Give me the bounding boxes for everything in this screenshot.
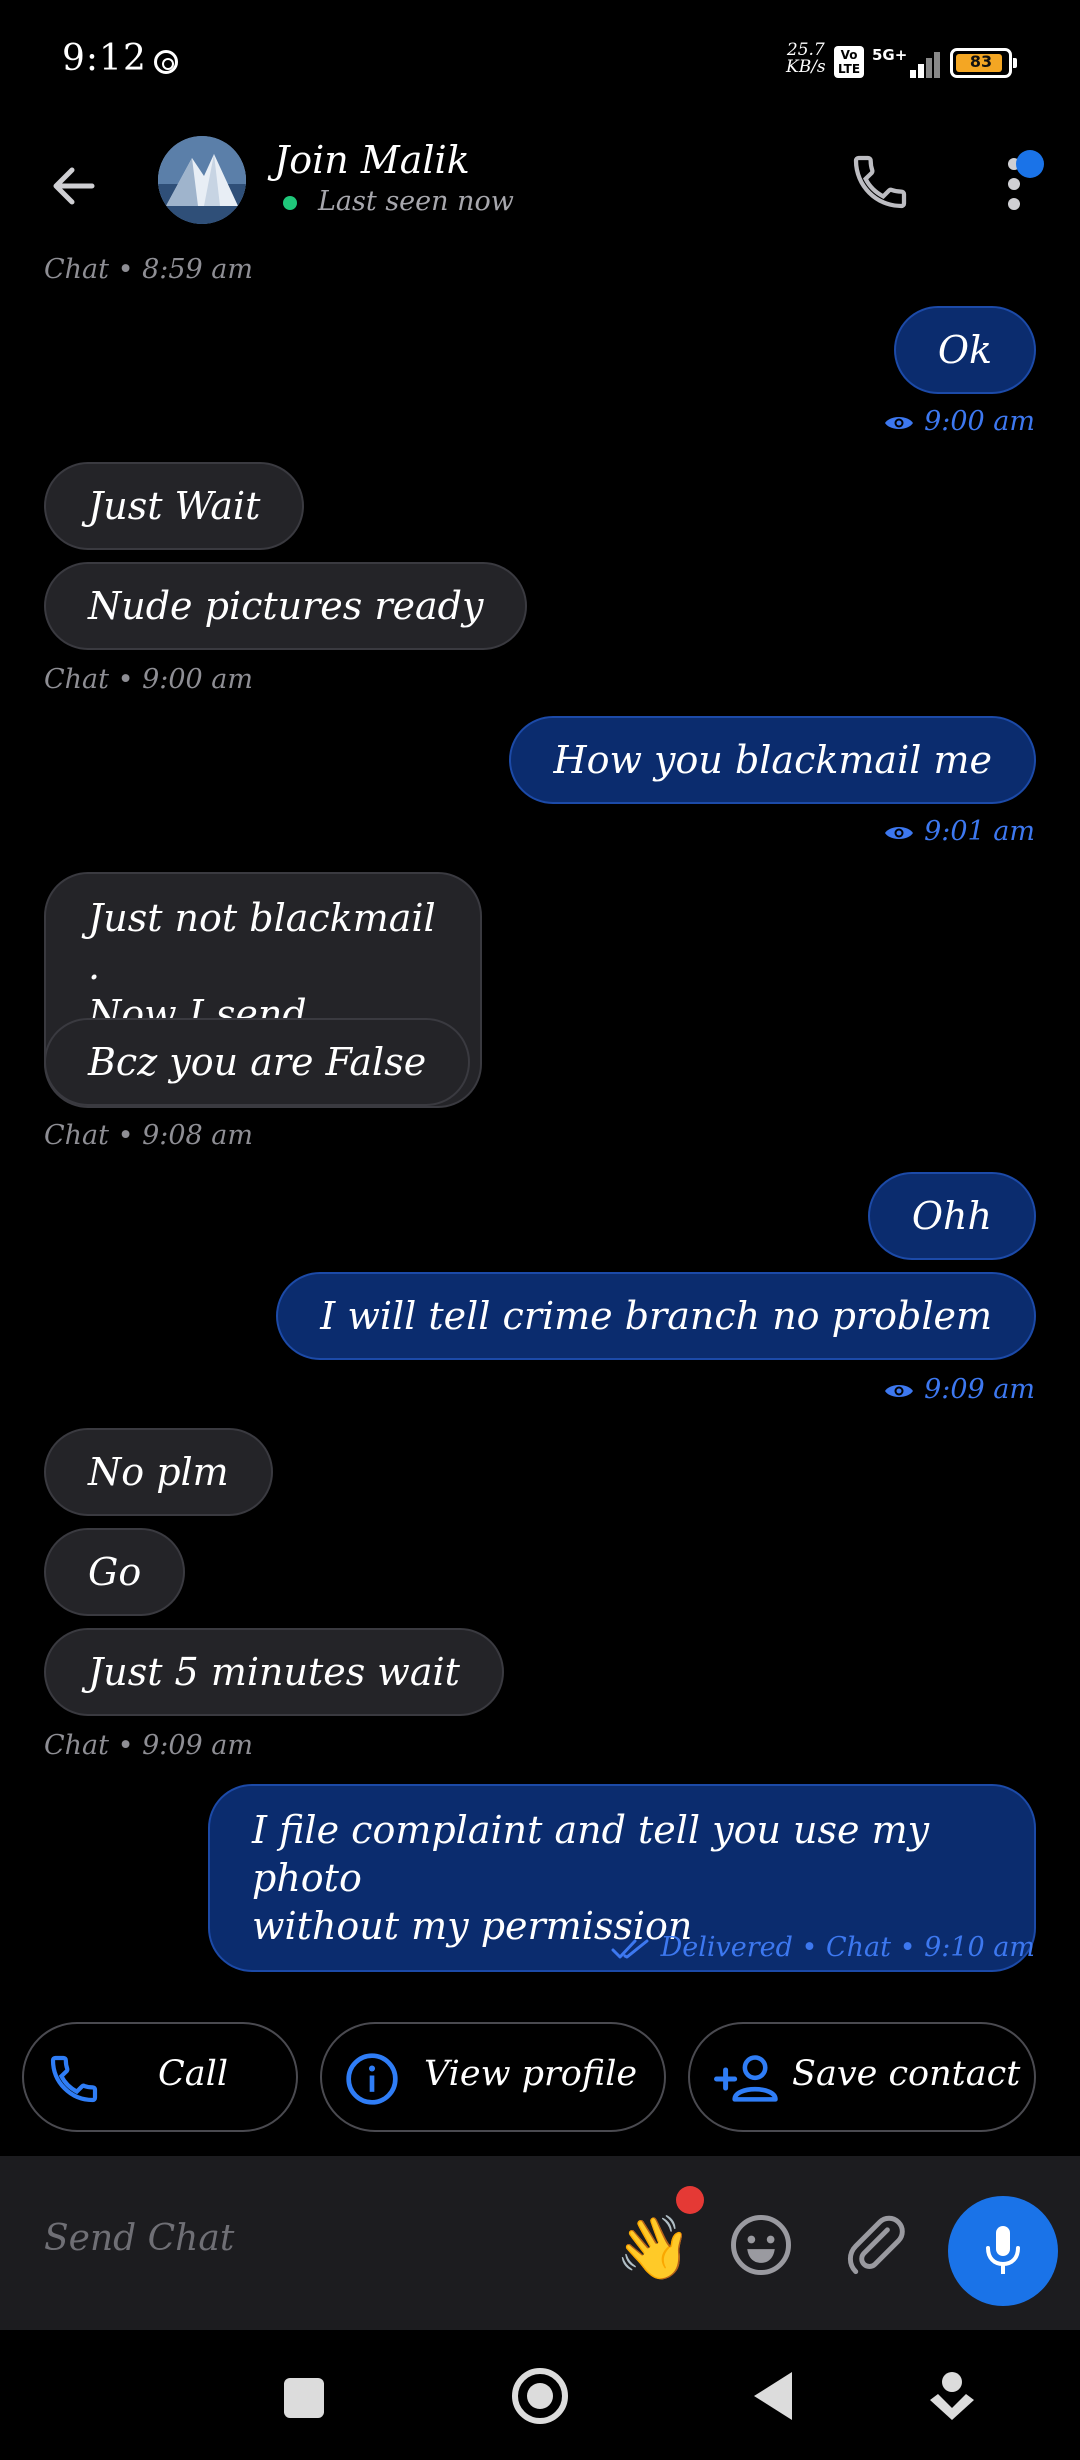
add-person-icon <box>714 2055 778 2102</box>
view-profile-label: View profile <box>424 2054 638 2094</box>
signal-bar <box>918 64 924 78</box>
message-bubble-incoming[interactable]: No plm <box>44 1428 273 1516</box>
smiley-icon <box>731 2215 791 2275</box>
more-dot <box>1008 178 1020 190</box>
message-bubble-incoming[interactable]: Just 5 minutes wait <box>44 1628 504 1716</box>
arrow-left-icon <box>53 167 95 205</box>
save-contact-button[interactable]: Save contact <box>688 2022 1036 2132</box>
recent-apps-button[interactable] <box>284 2378 324 2418</box>
view-profile-button[interactable]: View profile <box>320 2022 666 2132</box>
chat-header: Join Malik Last seen now <box>0 120 1080 240</box>
message-bubble-incoming[interactable]: Bcz you are False <box>44 1018 471 1106</box>
home-button[interactable] <box>512 2368 568 2424</box>
phone-icon <box>50 2055 98 2103</box>
battery-icon: 83 <box>950 48 1017 78</box>
status-bar: 9:12 25.7 KB/s Vo LTE 5G+ 83 <box>0 0 1080 120</box>
phone-icon <box>853 155 907 209</box>
status-time: 9:12 <box>62 38 147 79</box>
message-meta: Chat • 9:08 am <box>44 1120 253 1151</box>
system-back-button[interactable] <box>754 2372 792 2420</box>
more-dot <box>1008 198 1020 210</box>
message-meta: Chat • 9:00 am <box>44 664 253 695</box>
back-button[interactable] <box>46 158 102 214</box>
wave-notification-dot <box>676 2186 704 2214</box>
network-type: 5G+ <box>872 46 908 64</box>
save-contact-label: Save contact <box>792 2054 1021 2094</box>
message-bubble-outgoing[interactable]: Ohh <box>867 1172 1036 1260</box>
message-list[interactable]: Chat • 8:59 am Ok 9:00 am Just Wait Nude… <box>0 240 1080 2010</box>
signal-icon: 5G+ <box>872 46 942 78</box>
battery-percent: 83 <box>969 52 993 71</box>
eye-icon <box>885 826 914 839</box>
hide-navbar-button[interactable] <box>926 2370 978 2426</box>
voice-call-button[interactable] <box>848 150 912 214</box>
network-speed-unit: KB/s <box>786 57 826 77</box>
emoji-button[interactable] <box>728 2212 794 2278</box>
eye-icon <box>885 416 914 429</box>
signal-bar <box>926 58 932 78</box>
system-navigation-bar <box>0 2330 1080 2460</box>
paperclip-icon <box>847 2215 905 2275</box>
message-bubble-incoming[interactable]: Just Wait <box>44 462 305 550</box>
message-line: I file complaint and tell you use my pho… <box>252 1808 930 1900</box>
signal-bar <box>934 52 940 78</box>
message-line: Just not blackmail . <box>88 896 436 988</box>
avatar-image <box>158 136 246 224</box>
message-time: 9:00 am <box>924 406 1035 437</box>
message-meta: 9:01 am <box>884 816 1035 847</box>
attach-button[interactable] <box>842 2212 908 2278</box>
message-time: 9:09 am <box>924 1374 1035 1405</box>
contact-name[interactable]: Join Malik <box>274 138 470 182</box>
hotspot-icon <box>154 50 178 74</box>
network-speed: 25.7 KB/s <box>786 42 826 76</box>
chevron-down-icon <box>930 2372 974 2420</box>
wave-button[interactable]: 👋 <box>614 2208 694 2288</box>
message-bubble-incoming[interactable]: Go <box>44 1528 186 1616</box>
microphone-icon <box>986 2226 1020 2274</box>
eye-icon <box>885 1384 914 1397</box>
message-input[interactable]: Send Chat <box>44 2218 234 2259</box>
message-time: 9:01 am <box>924 816 1035 847</box>
message-meta: Chat • 8:59 am <box>44 254 253 285</box>
call-button[interactable]: Call <box>22 2022 298 2132</box>
message-bubble-incoming[interactable]: Nude pictures ready <box>44 562 528 650</box>
message-bubble-outgoing[interactable]: Ok <box>893 306 1036 394</box>
message-composer: Send Chat 👋 <box>0 2156 1080 2330</box>
message-delivery-status: Delivered • Chat • 9:10 am <box>660 1932 1035 1963</box>
online-status-dot <box>283 196 297 210</box>
volte-icon: Vo LTE <box>834 46 864 78</box>
message-bubble-outgoing[interactable]: How you blackmail me <box>509 716 1036 804</box>
message-meta: 9:09 am <box>884 1374 1035 1405</box>
message-meta: Chat • 9:09 am <box>44 1730 253 1761</box>
signal-bar <box>910 70 916 78</box>
message-bubble-outgoing[interactable]: I will tell crime branch no problem <box>276 1272 1036 1360</box>
notification-badge <box>1016 150 1044 178</box>
double-check-icon <box>611 1939 649 1958</box>
last-seen-status: Last seen now <box>318 186 514 217</box>
message-meta: 9:00 am <box>884 406 1035 437</box>
message-meta: Delivered • Chat • 9:10 am <box>611 1932 1035 1963</box>
call-label: Call <box>158 2054 229 2094</box>
quick-actions: Call View profile Save contact <box>0 2022 1080 2134</box>
avatar[interactable] <box>158 136 246 224</box>
voice-record-button[interactable] <box>948 2196 1058 2306</box>
info-icon <box>346 2053 398 2105</box>
